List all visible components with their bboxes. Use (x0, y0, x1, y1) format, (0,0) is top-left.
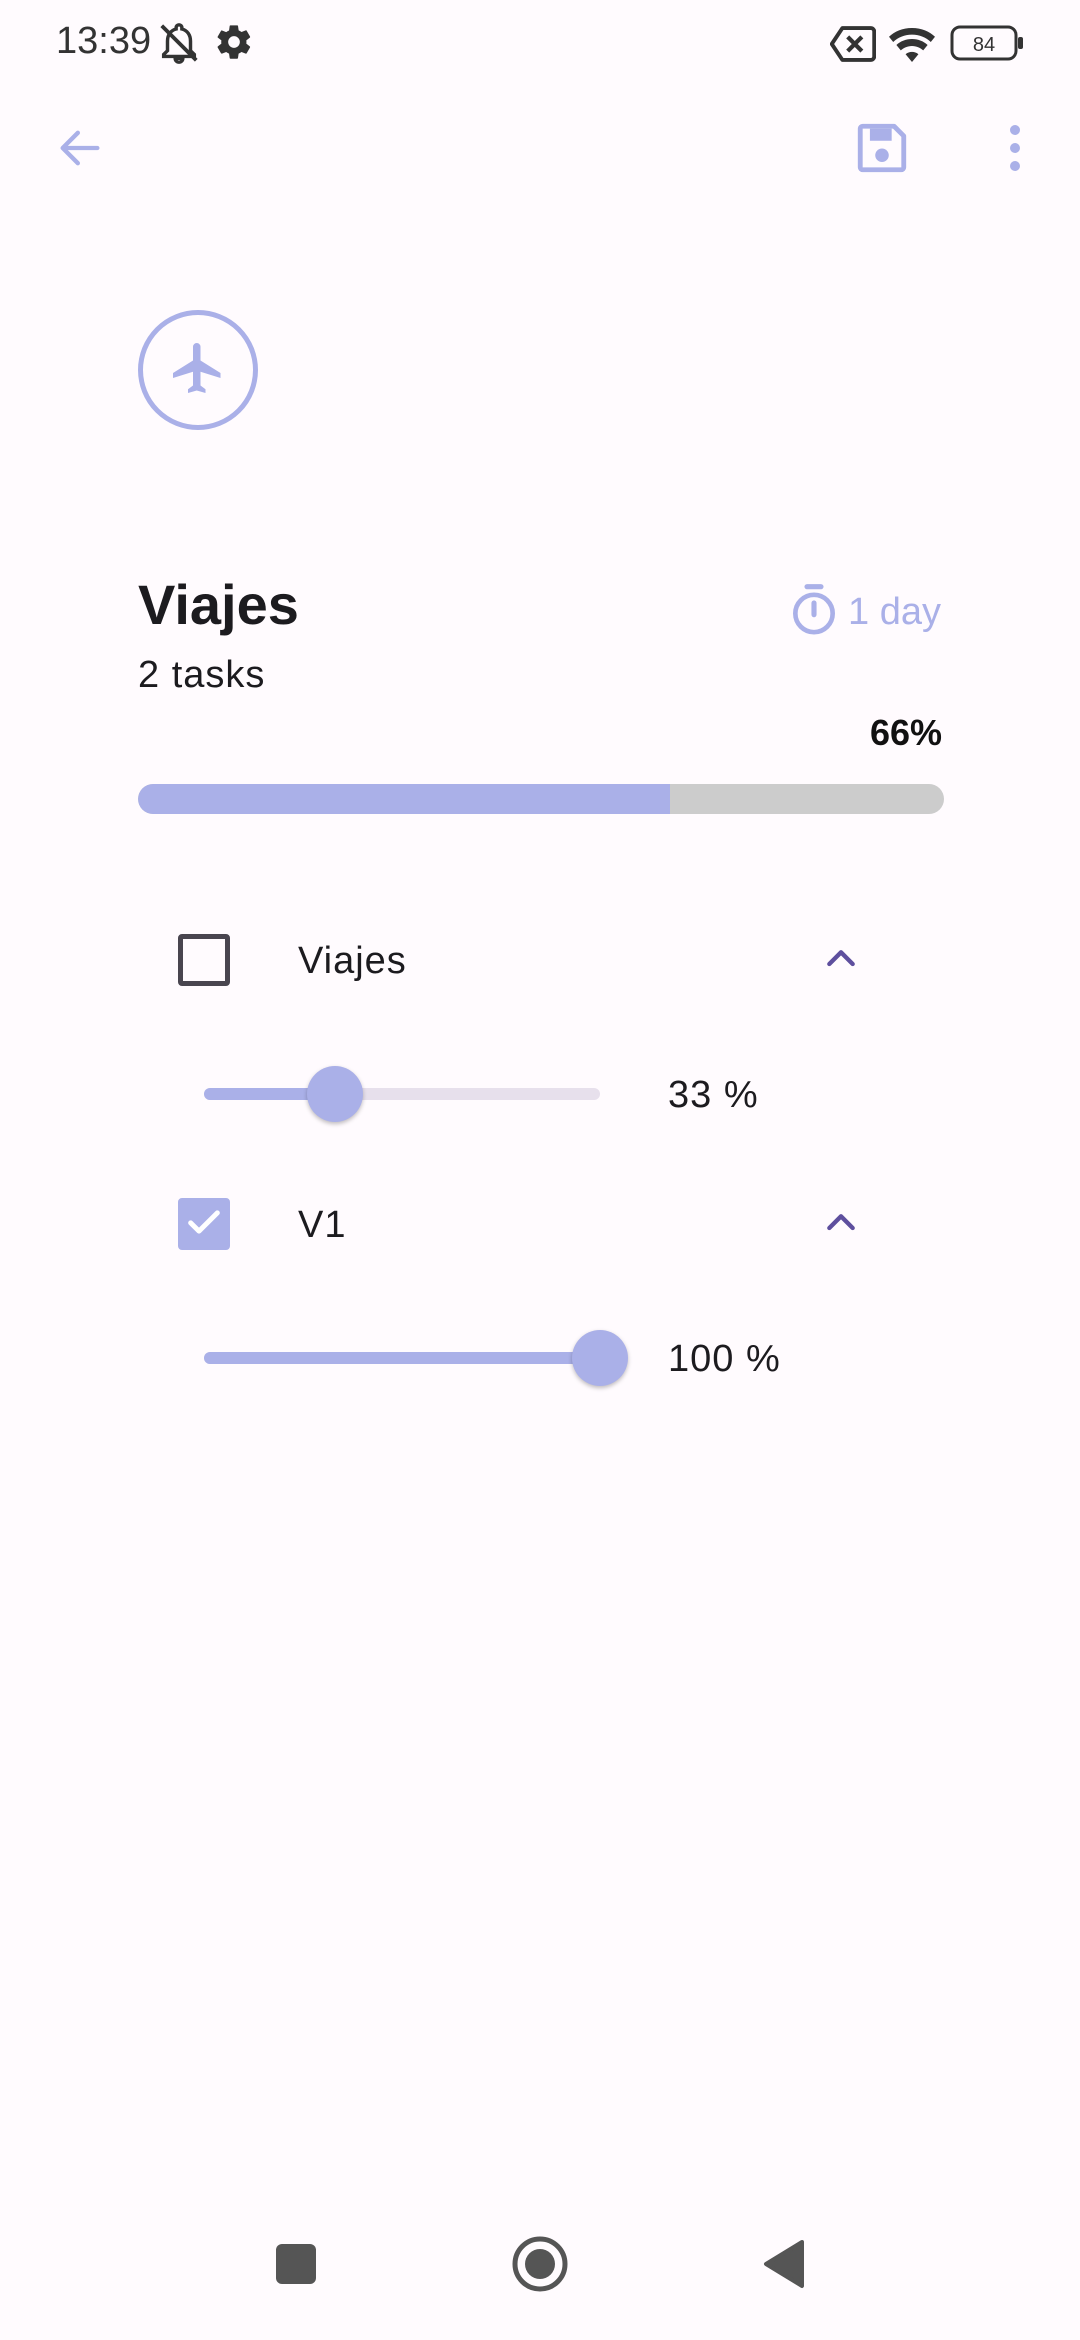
settings-gear-icon (214, 22, 254, 67)
overall-progress-label: 66% (869, 712, 942, 753)
system-nav-bar (0, 2210, 1080, 2340)
task-progress-value: 33 % (668, 1074, 759, 1116)
airplane-icon (168, 338, 228, 403)
app-bar (0, 110, 1080, 190)
recents-button[interactable] (256, 2226, 336, 2306)
screen: 13:39 84 Viajes 2 tasks 1 day 66% Viajes… (0, 0, 1080, 2340)
recents-square-icon (274, 2242, 318, 2291)
task-progress-value: 100 % (668, 1338, 781, 1380)
task-row: V1 (0, 1180, 1080, 1270)
battery-icon: 84 (950, 24, 1024, 67)
slider-active-track (204, 1352, 600, 1364)
task-progress-slider[interactable] (204, 1330, 628, 1386)
collapse-button[interactable] (816, 936, 866, 986)
slider-thumb[interactable] (306, 1066, 363, 1122)
system-back-button[interactable] (744, 2226, 824, 2306)
no-sim-icon (829, 24, 877, 69)
collapse-button[interactable] (816, 1200, 866, 1250)
list-title: Viajes (138, 573, 299, 636)
chevron-up-icon (821, 939, 861, 984)
duration-label: 1 day (848, 591, 941, 633)
overall-progress-bar (138, 784, 944, 814)
task-count: 2 tasks (138, 654, 266, 696)
back-button[interactable] (40, 110, 120, 190)
status-bar: 13:39 84 (0, 0, 1080, 90)
category-icon-button[interactable] (138, 310, 258, 430)
task-row: Viajes (0, 916, 1080, 1006)
task-progress-slider[interactable] (204, 1066, 600, 1122)
save-button[interactable] (842, 110, 922, 190)
muted-bell-icon (156, 20, 202, 71)
more-vert-icon (1007, 122, 1023, 179)
task-label: Viajes (298, 940, 407, 982)
home-button[interactable] (500, 2226, 580, 2306)
home-circle-icon (510, 2234, 570, 2299)
more-options-button[interactable] (990, 110, 1040, 190)
task-progress-slider-row: 100 % (0, 1318, 1080, 1398)
task-label: V1 (298, 1204, 347, 1246)
task-progress-slider-row: 33 % (0, 1054, 1080, 1134)
back-arrow-icon (54, 122, 106, 179)
overall-progress-fill (138, 784, 670, 814)
back-triangle-icon (762, 2239, 806, 2294)
task-checkbox[interactable] (178, 1198, 230, 1250)
chevron-up-icon (821, 1203, 861, 1248)
slider-thumb[interactable] (572, 1330, 628, 1386)
task-checkbox[interactable] (178, 934, 230, 986)
duration[interactable]: 1 day (786, 582, 941, 643)
save-icon (853, 119, 911, 182)
wifi-icon (888, 22, 936, 67)
status-time: 13:39 (56, 20, 152, 62)
timer-icon (786, 582, 842, 643)
check-icon (184, 1202, 224, 1247)
battery-level: 84 (973, 34, 995, 56)
